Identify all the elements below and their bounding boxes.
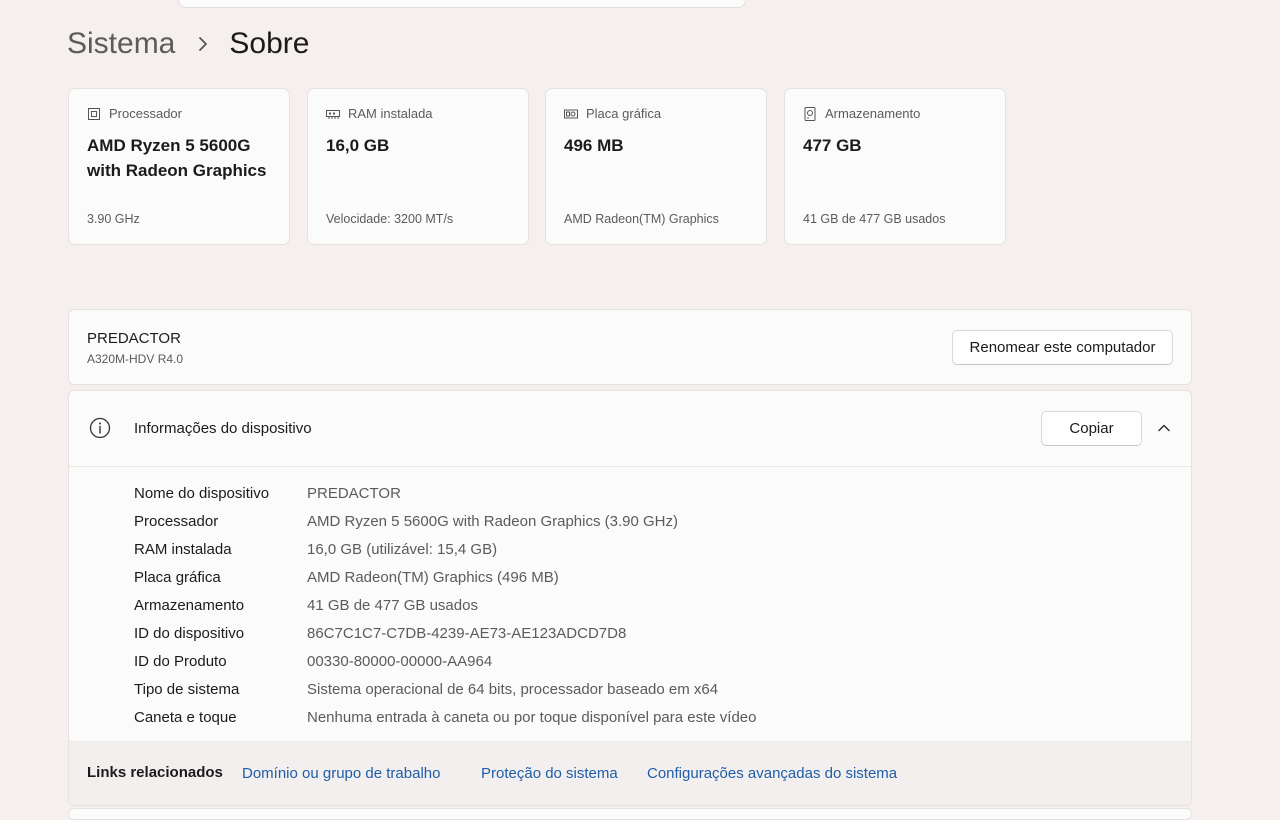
link-domain-workgroup[interactable]: Domínio ou grupo de trabalho — [242, 765, 440, 782]
computer-name: PREDACTOR — [87, 330, 181, 347]
card-label: Placa gráfica — [586, 106, 662, 121]
card-subtext: AMD Radeon(TM) Graphics — [564, 212, 719, 226]
spec-row: Nome do dispositivo PREDACTOR — [134, 479, 756, 507]
link-advanced-system-settings[interactable]: Configurações avançadas do sistema — [647, 765, 897, 782]
chevron-up-icon[interactable] — [1156, 420, 1172, 436]
device-info-title: Informações do dispositivo — [134, 420, 312, 437]
spec-row: Placa gráfica AMD Radeon(TM) Graphics (49… — [134, 563, 756, 591]
spec-label: Armazenamento — [134, 596, 245, 614]
spec-row: Armazenamento 41 GB de 477 GB usados — [134, 591, 756, 619]
card-value: AMD Ryzen 5 5600G with Radeon Graphics — [87, 136, 267, 180]
page-title: Sobre — [229, 27, 310, 60]
spec-label: ID do Produto — [134, 653, 227, 671]
spec-list: Nome do dispositivo PREDACTOR Processador… — [134, 479, 756, 732]
spec-label: Tipo de sistema — [134, 681, 240, 699]
card-label: Processador — [109, 106, 182, 121]
gpu-icon — [564, 109, 578, 118]
breadcrumb: Sistema Sobre — [67, 27, 309, 61]
spec-value: Nenhuma entrada à caneta ou por toque di… — [307, 709, 757, 727]
spec-value: 00330-80000-00000-AA964 — [307, 653, 493, 671]
spec-label: RAM instalada — [134, 540, 232, 558]
spec-value: AMD Radeon(TM) Graphics (496 MB) — [307, 568, 559, 586]
spec-label: Caneta e toque — [134, 709, 237, 727]
spec-label: Placa gráfica — [134, 568, 221, 586]
ram-icon — [326, 109, 340, 119]
card-subtext: Velocidade: 3200 MT/s — [326, 212, 454, 226]
card-gpu: Placa gráfica 496 MB AMD Radeon(TM) Grap… — [545, 88, 767, 245]
spec-value: Sistema operacional de 64 bits, processa… — [307, 681, 719, 699]
spec-value: PREDACTOR — [307, 484, 401, 502]
card-storage: Armazenamento 477 GB 41 GB de 477 GB usa… — [784, 88, 1006, 245]
rename-computer-button[interactable]: Renomear este computador — [952, 330, 1173, 365]
spec-row: ID do Produto 00330-80000-00000-AA964 — [134, 648, 756, 676]
card-label: Armazenamento — [825, 106, 921, 121]
card-value: 477 GB — [803, 136, 862, 155]
card-value: 16,0 GB — [326, 136, 390, 155]
search-box[interactable] — [178, 0, 746, 8]
spec-row: Tipo de sistema Sistema operacional de 64… — [134, 676, 756, 704]
related-links-title: Links relacionados — [87, 764, 223, 781]
device-info-panel: Informações do dispositivo Copiar Nome d… — [68, 390, 1192, 806]
spec-value: AMD Ryzen 5 5600G with Radeon Graphics (… — [307, 512, 678, 530]
card-subtext: 3.90 GHz — [87, 212, 140, 226]
related-links-bar: Links relacionados Domínio ou grupo de t… — [69, 741, 1191, 805]
spec-value: 41 GB de 477 GB usados — [307, 596, 478, 614]
copy-button[interactable]: Copiar — [1041, 411, 1142, 446]
spec-row: ID do dispositivo 86C7C1C7-C7DB-4239-AE73… — [134, 619, 756, 647]
next-panel-edge — [68, 808, 1192, 820]
breadcrumb-parent[interactable]: Sistema — [67, 27, 175, 61]
card-subtext: 41 GB de 477 GB usados — [803, 212, 946, 226]
device-info-header[interactable]: Informações do dispositivo Copiar — [69, 391, 1191, 467]
spec-label: ID do dispositivo — [134, 625, 245, 643]
link-system-protection[interactable]: Proteção do sistema — [481, 765, 618, 782]
processor-icon — [88, 107, 100, 120]
spec-value: 86C7C1C7-C7DB-4239-AE73-AE123ADCD7D8 — [307, 625, 627, 643]
info-icon — [89, 417, 111, 439]
chevron-right-icon — [199, 37, 208, 51]
storage-icon — [804, 106, 816, 121]
spec-label: Processador — [134, 512, 219, 530]
spec-row: Processador AMD Ryzen 5 5600G with Radeon… — [134, 507, 756, 535]
spec-label: Nome do dispositivo — [134, 484, 270, 502]
card-processor: Processador AMD Ryzen 5 5600G with Radeo… — [68, 88, 290, 245]
computer-name-panel: PREDACTOR A320M-HDV R4.0 Renomear este c… — [68, 309, 1192, 385]
spec-row: Caneta e toque Nenhuma entrada à caneta o… — [134, 704, 756, 732]
card-value: 496 MB — [564, 136, 624, 155]
card-label: RAM instalada — [348, 106, 433, 121]
spec-row: RAM instalada 16,0 GB (utilizável: 15,4 G… — [134, 535, 756, 563]
spec-value: 16,0 GB (utilizável: 15,4 GB) — [307, 540, 498, 558]
card-ram: RAM instalada 16,0 GB Velocidade: 3200 M… — [307, 88, 529, 245]
computer-model: A320M-HDV R4.0 — [87, 352, 184, 366]
